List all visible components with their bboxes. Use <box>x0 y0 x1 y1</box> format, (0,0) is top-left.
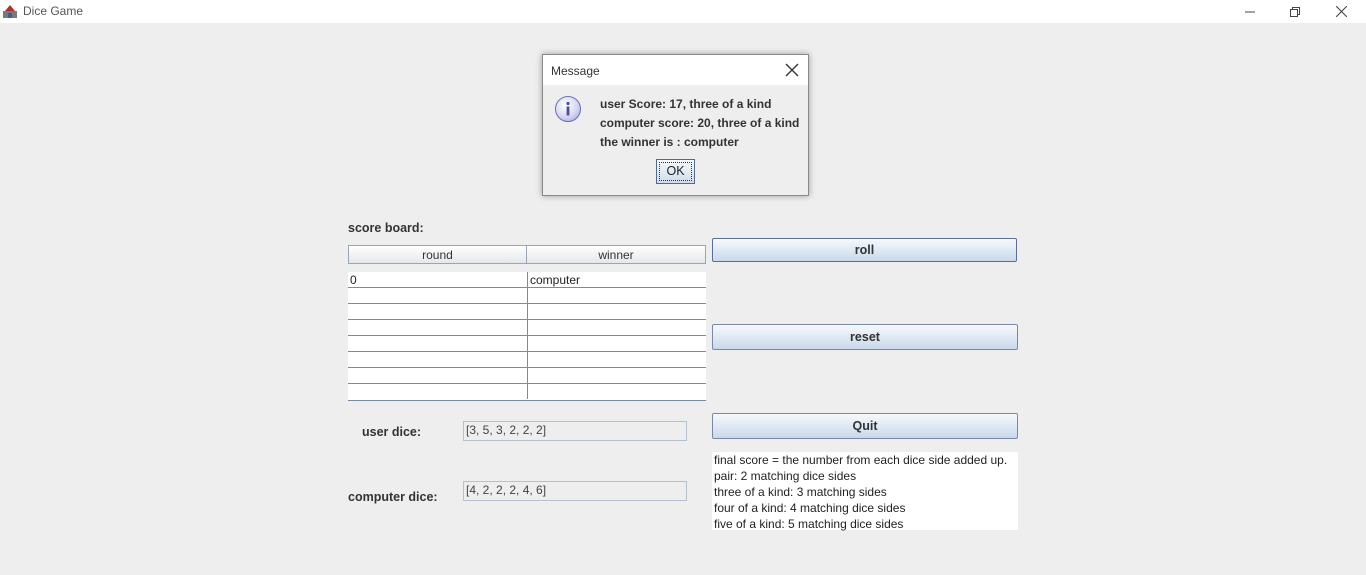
cell-winner[interactable] <box>527 304 706 319</box>
cell-round[interactable] <box>348 336 527 351</box>
computer-dice-label: computer dice: <box>348 490 438 504</box>
cell-winner[interactable]: computer <box>527 272 706 287</box>
cell-round[interactable] <box>348 384 527 399</box>
cell-winner[interactable] <box>527 384 706 399</box>
window-titlebar: Dice Game <box>0 0 1366 23</box>
cell-round[interactable] <box>348 288 527 303</box>
ok-button[interactable]: OK <box>656 159 695 184</box>
cell-round[interactable] <box>348 320 527 335</box>
cell-round[interactable] <box>348 352 527 367</box>
table-row[interactable] <box>348 384 706 400</box>
cell-round[interactable]: 0 <box>348 272 527 287</box>
cell-winner[interactable] <box>527 288 706 303</box>
scoreboard-label: score board: <box>348 221 424 235</box>
table-row[interactable] <box>348 336 706 352</box>
message-dialog: Message user Score: 17, three of a kind … <box>542 54 809 196</box>
reset-button[interactable]: reset <box>712 324 1018 350</box>
table-row[interactable] <box>348 368 706 384</box>
user-dice-label: user dice: <box>362 425 422 439</box>
dialog-message-line: the winner is : computer <box>600 135 739 149</box>
cell-round[interactable] <box>348 368 527 383</box>
restore-button[interactable] <box>1272 0 1318 23</box>
computer-dice-field[interactable]: [4, 2, 2, 2, 4, 6] <box>463 481 687 501</box>
minimize-icon <box>1245 11 1255 12</box>
restore-icon <box>1290 6 1300 17</box>
java-app-icon <box>2 3 18 19</box>
column-header-winner[interactable]: winner <box>527 245 706 264</box>
rules-line: four of a kind: 4 matching dice sides <box>714 501 906 515</box>
window-title: Dice Game <box>23 4 84 18</box>
cell-winner[interactable] <box>527 320 706 335</box>
dialog-titlebar: Message <box>543 55 808 85</box>
minimize-button[interactable] <box>1227 0 1273 23</box>
close-icon[interactable] <box>784 62 800 78</box>
rules-line: pair: 2 matching dice sides <box>714 469 857 483</box>
close-icon <box>1335 6 1347 17</box>
dialog-message-line: computer score: 20, three of a kind <box>600 116 800 130</box>
info-icon <box>555 96 581 122</box>
roll-button[interactable]: roll <box>712 238 1017 262</box>
scoreboard-table: 0 computer <box>348 272 706 401</box>
dialog-title: Message <box>551 64 600 78</box>
table-row[interactable] <box>348 288 706 304</box>
column-header-round[interactable]: round <box>348 245 527 264</box>
table-row[interactable] <box>348 352 706 368</box>
scoreboard-header: round winner <box>348 245 706 264</box>
cell-winner[interactable] <box>527 336 706 351</box>
cell-round[interactable] <box>348 304 527 319</box>
user-dice-field[interactable]: [3, 5, 3, 2, 2, 2] <box>463 421 687 441</box>
cell-winner[interactable] <box>527 352 706 367</box>
cell-winner[interactable] <box>527 368 706 383</box>
table-row[interactable]: 0 computer <box>348 272 706 288</box>
rules-textarea[interactable]: final score = the number from each dice … <box>712 452 1018 531</box>
table-row[interactable] <box>348 320 706 336</box>
quit-button[interactable]: Quit <box>712 413 1018 439</box>
rules-line: final score = the number from each dice … <box>714 453 1008 467</box>
table-row[interactable] <box>348 304 706 320</box>
rules-line: three of a kind: 3 matching sides <box>714 485 887 499</box>
close-button[interactable] <box>1318 0 1364 23</box>
rules-line: five of a kind: 5 matching dice sides <box>714 517 904 531</box>
dialog-message-line: user Score: 17, three of a kind <box>600 97 772 111</box>
